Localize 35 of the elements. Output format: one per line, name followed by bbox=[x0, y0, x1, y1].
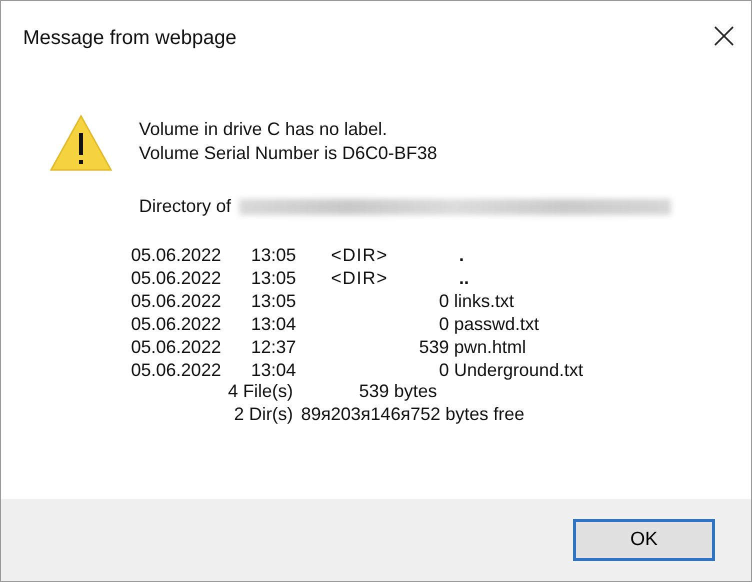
file-date: 05.06.2022 bbox=[131, 314, 222, 335]
file-date: 05.06.2022 bbox=[131, 291, 222, 312]
file-name: . bbox=[458, 245, 466, 266]
file-size: 0 bbox=[438, 360, 449, 381]
warning-icon bbox=[49, 113, 113, 173]
file-time: 13:05 bbox=[251, 291, 298, 312]
file-size: 539 bbox=[418, 337, 449, 358]
message-line: Volume in drive C has no label. bbox=[139, 119, 388, 140]
file-name: .. bbox=[458, 268, 470, 289]
file-date: 05.06.2022 bbox=[131, 268, 222, 289]
file-date: 05.06.2022 bbox=[131, 245, 222, 266]
file-name: passwd.txt bbox=[453, 314, 540, 335]
summary-value: 539 bytes bbox=[358, 381, 438, 402]
file-time: 13:04 bbox=[251, 360, 298, 381]
window-title: Message from webpage bbox=[23, 26, 236, 50]
file-name: pwn.html bbox=[453, 337, 528, 358]
file-name: links.txt bbox=[453, 291, 516, 312]
file-time: 13:05 bbox=[251, 245, 298, 266]
summary-count: 2 Dir(s) bbox=[233, 404, 293, 425]
summary-count: 4 File(s) bbox=[226, 381, 293, 402]
close-icon[interactable] bbox=[713, 25, 735, 47]
file-time: 12:37 bbox=[251, 337, 298, 358]
file-date: 05.06.2022 bbox=[131, 360, 222, 381]
directory-label: Directory of bbox=[139, 196, 232, 217]
ok-button[interactable]: OK bbox=[573, 519, 715, 561]
file-size: 0 bbox=[438, 314, 449, 335]
file-name: Underground.txt bbox=[453, 360, 584, 381]
message-line: Volume Serial Number is D6C0-BF38 bbox=[139, 143, 438, 164]
file-size: 0 bbox=[438, 291, 449, 312]
dir-tag: <DIR> bbox=[331, 245, 449, 266]
file-time: 13:05 bbox=[251, 268, 298, 289]
dir-tag: <DIR> bbox=[331, 268, 449, 289]
file-time: 13:04 bbox=[251, 314, 298, 335]
summary-value: 89я203я146я752 bytes free bbox=[301, 404, 526, 425]
file-date: 05.06.2022 bbox=[131, 337, 222, 358]
